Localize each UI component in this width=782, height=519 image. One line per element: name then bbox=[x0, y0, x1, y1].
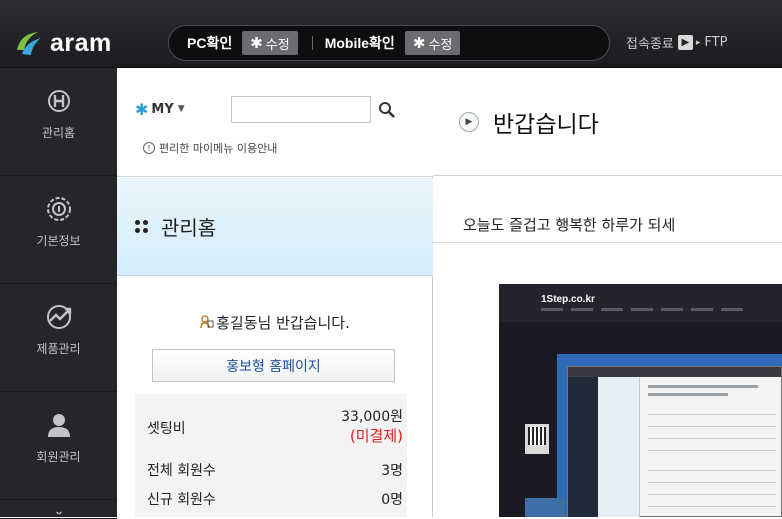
aram-logo-icon bbox=[17, 32, 41, 55]
home-panel: ✱ MY ▼ ! 편리한 마이메뉴 이용안내 관리홈 홍길동님 반갑습니다. 홍… bbox=[117, 68, 433, 517]
stat-row-new-members: 신규 회원수 0명 bbox=[135, 489, 407, 509]
unpaid-badge[interactable]: (미결제) bbox=[350, 425, 403, 446]
mobile-edit-button[interactable]: ✱ 수정 bbox=[404, 31, 461, 55]
info-icon: ! bbox=[143, 142, 155, 154]
ftp-link[interactable]: FTP bbox=[704, 35, 727, 50]
pc-check-link[interactable]: PC확인 bbox=[187, 33, 232, 53]
stat-label: 신규 회원수 bbox=[147, 492, 216, 508]
pc-edit-button[interactable]: ✱ 수정 bbox=[242, 31, 298, 55]
stat-row-setting-fee: 셋팅비 33,000원 (미결제) bbox=[135, 406, 407, 450]
preview-header: 1Step.co.kr bbox=[499, 284, 782, 322]
my-menu-box: ✱ MY ▼ ! 편리한 마이메뉴 이용안내 bbox=[117, 68, 433, 177]
preview-row bbox=[648, 475, 776, 483]
preview-nav bbox=[541, 308, 782, 314]
arrow-right-icon: ▶ bbox=[459, 111, 479, 132]
stats-box: 셋팅비 33,000원 (미결제) 전체 회원수 3명 신규 회원수 0명 bbox=[135, 394, 407, 517]
mobile-check-link[interactable]: Mobile확인 bbox=[325, 33, 395, 53]
home-panel-header: 관리홈 bbox=[117, 178, 433, 276]
preview-window-menu bbox=[598, 377, 640, 517]
sidebar-item-label: 기본정보 bbox=[36, 234, 81, 248]
preview-window-sidebar bbox=[568, 377, 598, 517]
sidebar: 관리홈 기본정보 제품관리 회원관리 bbox=[0, 68, 117, 519]
preview-brand: 1Step.co.kr bbox=[541, 294, 595, 305]
sidebar-item-more[interactable] bbox=[0, 500, 117, 519]
preview-row bbox=[648, 407, 776, 415]
sidebar-item-label: 관리홈 bbox=[41, 126, 76, 140]
divider bbox=[311, 36, 313, 50]
main-content: ▶ 반갑습니다 오늘도 즐겁고 행복한 하루가 되세 1Step.co.kr bbox=[433, 68, 782, 517]
exit-icon[interactable]: ▶ bbox=[677, 35, 693, 50]
logout-link[interactable]: 접속종료 bbox=[626, 33, 674, 52]
preview-row bbox=[648, 463, 776, 471]
search-icon[interactable] bbox=[373, 96, 401, 123]
stat-value: 0명 bbox=[381, 492, 403, 508]
home-panel-title: 관리홈 bbox=[161, 216, 217, 240]
play-icon: ▸ bbox=[695, 37, 701, 48]
sidebar-item-products[interactable]: 제품관리 bbox=[0, 284, 117, 392]
mobile-edit-label: 수정 bbox=[428, 37, 453, 53]
preview-line bbox=[648, 385, 758, 388]
preview-row bbox=[648, 487, 776, 495]
preview-banner bbox=[525, 498, 565, 517]
logo-text: aram bbox=[50, 28, 112, 57]
preview-line bbox=[648, 393, 728, 396]
home-h-icon bbox=[47, 90, 70, 112]
stat-label: 전체 회원수 bbox=[147, 463, 216, 479]
product-chart-icon bbox=[46, 305, 71, 329]
preview-row bbox=[648, 443, 776, 451]
logo[interactable]: aram bbox=[14, 26, 112, 60]
pc-edit-label: 수정 bbox=[265, 37, 290, 53]
gear-icon: ✱ bbox=[250, 34, 263, 52]
dots-icon bbox=[135, 219, 149, 234]
stat-value: 3명 bbox=[381, 463, 403, 479]
chevron-down-icon: ▼ bbox=[177, 104, 185, 114]
my-menu-search-input[interactable] bbox=[231, 96, 371, 123]
stat-value: 33,000원 bbox=[341, 409, 403, 425]
qr-code-icon bbox=[525, 424, 549, 454]
person-icon bbox=[200, 315, 214, 329]
preview-row bbox=[648, 419, 776, 427]
sidebar-item-basic-info[interactable]: 기본정보 bbox=[0, 176, 117, 284]
stat-label: 셋팅비 bbox=[147, 421, 186, 437]
site-check-bar: PC확인 ✱ 수정 Mobile확인 ✱ 수정 bbox=[168, 25, 610, 61]
my-menu-label: MY bbox=[151, 101, 174, 117]
my-menu-guide-link[interactable]: ! 편리한 마이메뉴 이용안내 bbox=[143, 140, 277, 156]
magnifier-icon bbox=[379, 101, 395, 118]
my-menu-button[interactable]: ✱ MY ▼ bbox=[135, 97, 185, 121]
logout-area: 접속종료 ▶ ▸ FTP bbox=[626, 33, 727, 52]
gear-icon: ✱ bbox=[412, 34, 426, 52]
gear-icon: ✱ bbox=[135, 99, 149, 119]
preview-window bbox=[567, 366, 782, 517]
my-menu-guide-text: 편리한 마이메뉴 이용안내 bbox=[159, 142, 278, 155]
stat-row-total-members: 전체 회원수 3명 bbox=[135, 460, 407, 480]
top-bar: aram PC확인 ✱ 수정 Mobile확인 ✱ 수정 접속종료 ▶ ▸ FT… bbox=[0, 0, 782, 68]
main-header: ▶ 반갑습니다 bbox=[433, 68, 782, 176]
sidebar-item-label: 회원관리 bbox=[36, 450, 81, 464]
promo-homepage-button[interactable]: 홍보형 홈페이지 bbox=[152, 349, 395, 382]
sidebar-item-members[interactable]: 회원관리 bbox=[0, 392, 117, 500]
preview-row bbox=[648, 431, 776, 439]
sidebar-item-home[interactable]: 관리홈 bbox=[0, 68, 117, 176]
greeting-text: 홍길동님 반갑습니다. bbox=[216, 314, 350, 332]
divider bbox=[433, 242, 782, 243]
sidebar-item-label: 제품관리 bbox=[36, 342, 81, 356]
preview-row bbox=[648, 499, 776, 507]
info-gear-icon bbox=[46, 197, 71, 221]
page-title: 반갑습니다 bbox=[493, 111, 599, 138]
member-icon bbox=[47, 414, 70, 437]
preview-window-bar bbox=[568, 367, 781, 377]
welcome-message: 오늘도 즐겁고 행복한 하루가 되세 bbox=[463, 216, 676, 234]
site-preview-image: 1Step.co.kr bbox=[499, 284, 782, 517]
greeting: 홍길동님 반갑습니다. bbox=[117, 312, 433, 333]
